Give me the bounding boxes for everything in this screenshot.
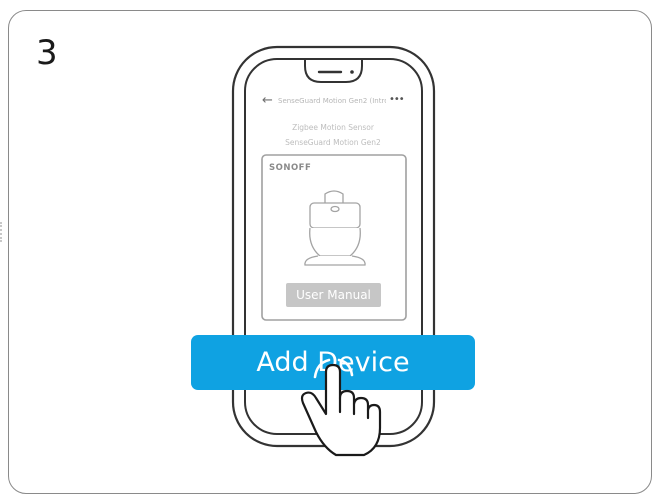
user-manual-button[interactable]: User Manual [286, 283, 381, 307]
camera-dot [350, 70, 354, 74]
add-device-button[interactable]: Add Device [191, 335, 475, 390]
device-model-label: SenseGuard Motion Gen2 [285, 138, 381, 147]
device-type-label: Zigbee Motion Sensor [292, 123, 374, 132]
brand-logo: SONOFF [269, 163, 312, 173]
arrow-left-icon[interactable]: ← [262, 94, 273, 108]
phone-illustration [231, 45, 436, 448]
more-dots-icon[interactable]: ••• [389, 94, 405, 106]
screen-title: SenseGuard Motion Gen2 (Intro... [278, 97, 386, 105]
